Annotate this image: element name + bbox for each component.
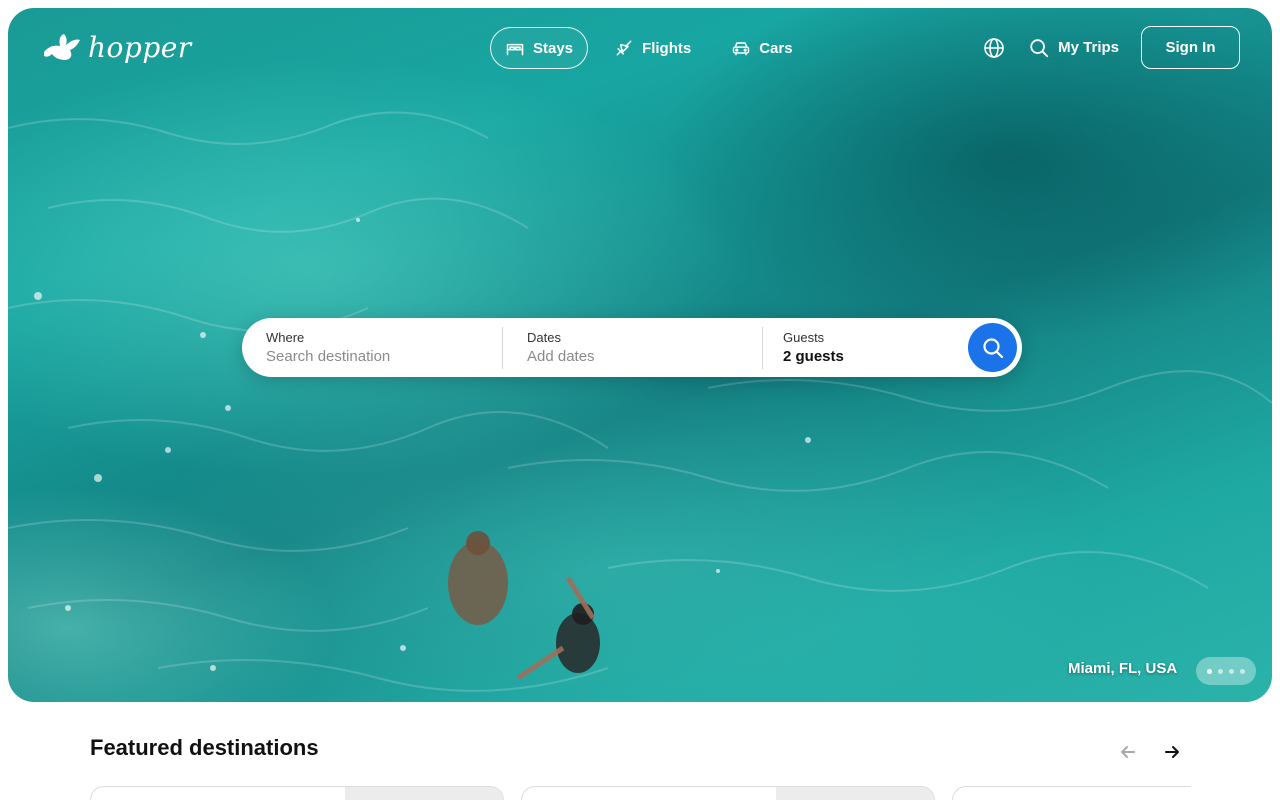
dates-input[interactable] [527,348,727,365]
nav-cars[interactable]: Cars [717,27,806,69]
arrow-left-icon [1121,746,1135,758]
dates-field[interactable]: Dates [502,326,762,369]
search-button[interactable] [968,323,1017,372]
search-icon [1030,38,1049,57]
hopper-logo[interactable]: hopper [40,30,192,64]
destination-card[interactable] [521,786,935,800]
swimmers [448,531,600,681]
dates-label: Dates [527,330,561,345]
nav-stays[interactable]: Stays [490,27,589,69]
destination-card[interactable] [90,786,504,800]
guests-field[interactable]: Guests 2 guests [762,326,962,369]
featured-destinations-heading: Featured destinations [90,735,319,760]
nav-cars-label: Cars [759,39,793,57]
nav-stays-label: Stays [533,39,574,57]
my-trips-label: My Trips [1058,39,1119,56]
bed-icon [506,43,524,56]
globe-icon[interactable] [982,36,1006,60]
bunny-icon [44,34,80,60]
sign-in-button[interactable]: Sign In [1141,26,1240,69]
card-image [345,787,503,800]
carousel-dots [1196,657,1256,685]
car-icon [732,42,750,56]
carousel-dot[interactable] [1207,668,1212,674]
destination-cards [90,786,1191,800]
carousel-dot[interactable] [1218,668,1223,674]
search-bar: Where Dates Guests 2 guests [242,318,1022,377]
hero-location-label: Miami, FL, USA [1068,660,1178,677]
search-icon [982,337,1003,358]
carousel-prev-button[interactable] [1116,740,1140,764]
where-label: Where [266,330,305,345]
carousel-dot[interactable] [1240,668,1245,674]
carousel-dot[interactable] [1229,668,1234,674]
destination-input[interactable] [266,348,466,365]
account-nav: My Trips Sign In [982,26,1240,69]
carousel-next-button[interactable] [1160,740,1184,764]
logo-wordmark: hopper [88,30,192,64]
nav-flights[interactable]: Flights [600,27,705,69]
main-nav: Stays Flights Cars [490,27,807,69]
guests-label: Guests [783,330,825,345]
my-trips-link[interactable]: My Trips [1028,37,1119,59]
nav-flights-label: Flights [642,39,692,57]
where-field[interactable]: Where [242,318,502,377]
destination-card[interactable] [952,786,1191,800]
plane-icon [616,40,632,56]
arrow-right-icon [1165,746,1179,758]
card-image [776,787,934,800]
guests-value: 2 guests [783,348,844,365]
